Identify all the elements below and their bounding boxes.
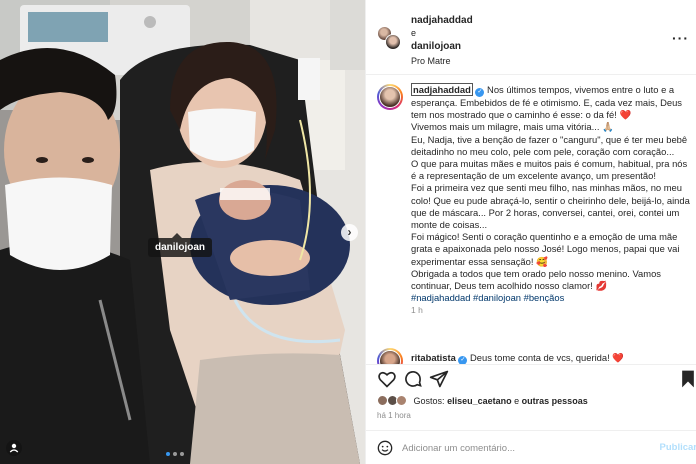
avatar[interactable]: [385, 34, 401, 50]
caption-paragraph: Eu, Nadja, tive a benção de fazer o "can…: [411, 133, 688, 157]
header-username-2[interactable]: danilojoan: [411, 41, 461, 52]
verified-badge-icon: ✓: [458, 356, 468, 364]
comment-username[interactable]: ritabatista: [411, 352, 456, 363]
caption-text: nadjahaddad ✓ Nos últimos tempos, vivemo…: [411, 83, 692, 317]
chevron-right-icon[interactable]: ›: [341, 224, 358, 241]
caption-paragraph: Obrigada a todos que tem orado pelo noss…: [411, 267, 661, 292]
caption-area: nadjahaddad ✓ Nos últimos tempos, vivemo…: [366, 76, 696, 364]
caption-time: 1 h: [411, 305, 423, 316]
header-names: nadjahaddad e danilojoan Pro Matre: [411, 14, 473, 68]
location-link[interactable]: Pro Matre: [411, 55, 473, 68]
post-header: nadjahaddad e danilojoan Pro Matre ···: [366, 0, 696, 75]
comment-body: Deus tome conta de vcs, querida! ❤️: [470, 352, 624, 363]
likes-user[interactable]: eliseu_caetano: [447, 396, 512, 406]
avatar: [396, 395, 408, 406]
caption-paragraph: O que para muitas mães e muitos pais é c…: [411, 158, 688, 182]
publish-button[interactable]: Publicar: [660, 442, 696, 453]
likes-prefix: Gostos:: [413, 396, 445, 406]
post-time[interactable]: há 1 hora: [377, 411, 411, 420]
carousel-dot: [173, 452, 177, 456]
post-panel: nadjahaddad e danilojoan Pro Matre ··· n…: [365, 0, 696, 464]
action-bar: [366, 364, 696, 392]
collab-avatars[interactable]: [377, 26, 401, 50]
likes-suffix: e: [514, 396, 520, 406]
avatar[interactable]: [377, 348, 403, 364]
comment-input[interactable]: [402, 439, 652, 457]
comment-text: ritabatista ✓ Deus tome conta de vcs, qu…: [411, 352, 624, 364]
carousel-dot: [166, 452, 170, 456]
comment-icon[interactable]: [403, 369, 423, 389]
verified-badge-icon: ✓: [475, 88, 485, 97]
caption-paragraph: Foi a primeira vez que senti meu filho, …: [411, 182, 690, 231]
share-icon[interactable]: [429, 369, 449, 389]
header-connector: e: [411, 28, 417, 38]
post-photo[interactable]: danilojoan ›: [0, 0, 365, 464]
more-horizontal-icon[interactable]: ···: [672, 30, 689, 46]
emoji-icon[interactable]: [377, 440, 393, 456]
comment-item: ritabatista ✓ Deus tome conta de vcs, qu…: [377, 348, 692, 364]
photo-scene: [0, 0, 365, 464]
carousel-dots: [166, 452, 184, 456]
bookmark-icon[interactable]: [678, 369, 696, 389]
comment-bar: Publicar: [366, 430, 696, 464]
carousel-dot: [180, 452, 184, 456]
avatar[interactable]: [377, 84, 403, 110]
likes-row: Gostos: eliseu_caetano e outras pessoas: [377, 393, 588, 409]
caption-paragraph: Vivemos mais um milagre, mais uma vitóri…: [411, 121, 614, 133]
user-tag-icon[interactable]: [6, 440, 22, 456]
caption-paragraph: Foi mágico! Senti o coração quentinho e …: [411, 231, 680, 267]
likes-others[interactable]: outras pessoas: [522, 396, 588, 406]
user-tag-label[interactable]: danilojoan: [148, 233, 212, 257]
caption-username[interactable]: nadjahaddad: [411, 83, 473, 96]
caption-hashtags[interactable]: #nadjahaddad #danilojoan #bençãos: [411, 292, 692, 304]
heart-icon[interactable]: [377, 369, 397, 389]
header-username-1[interactable]: nadjahaddad: [411, 15, 473, 26]
